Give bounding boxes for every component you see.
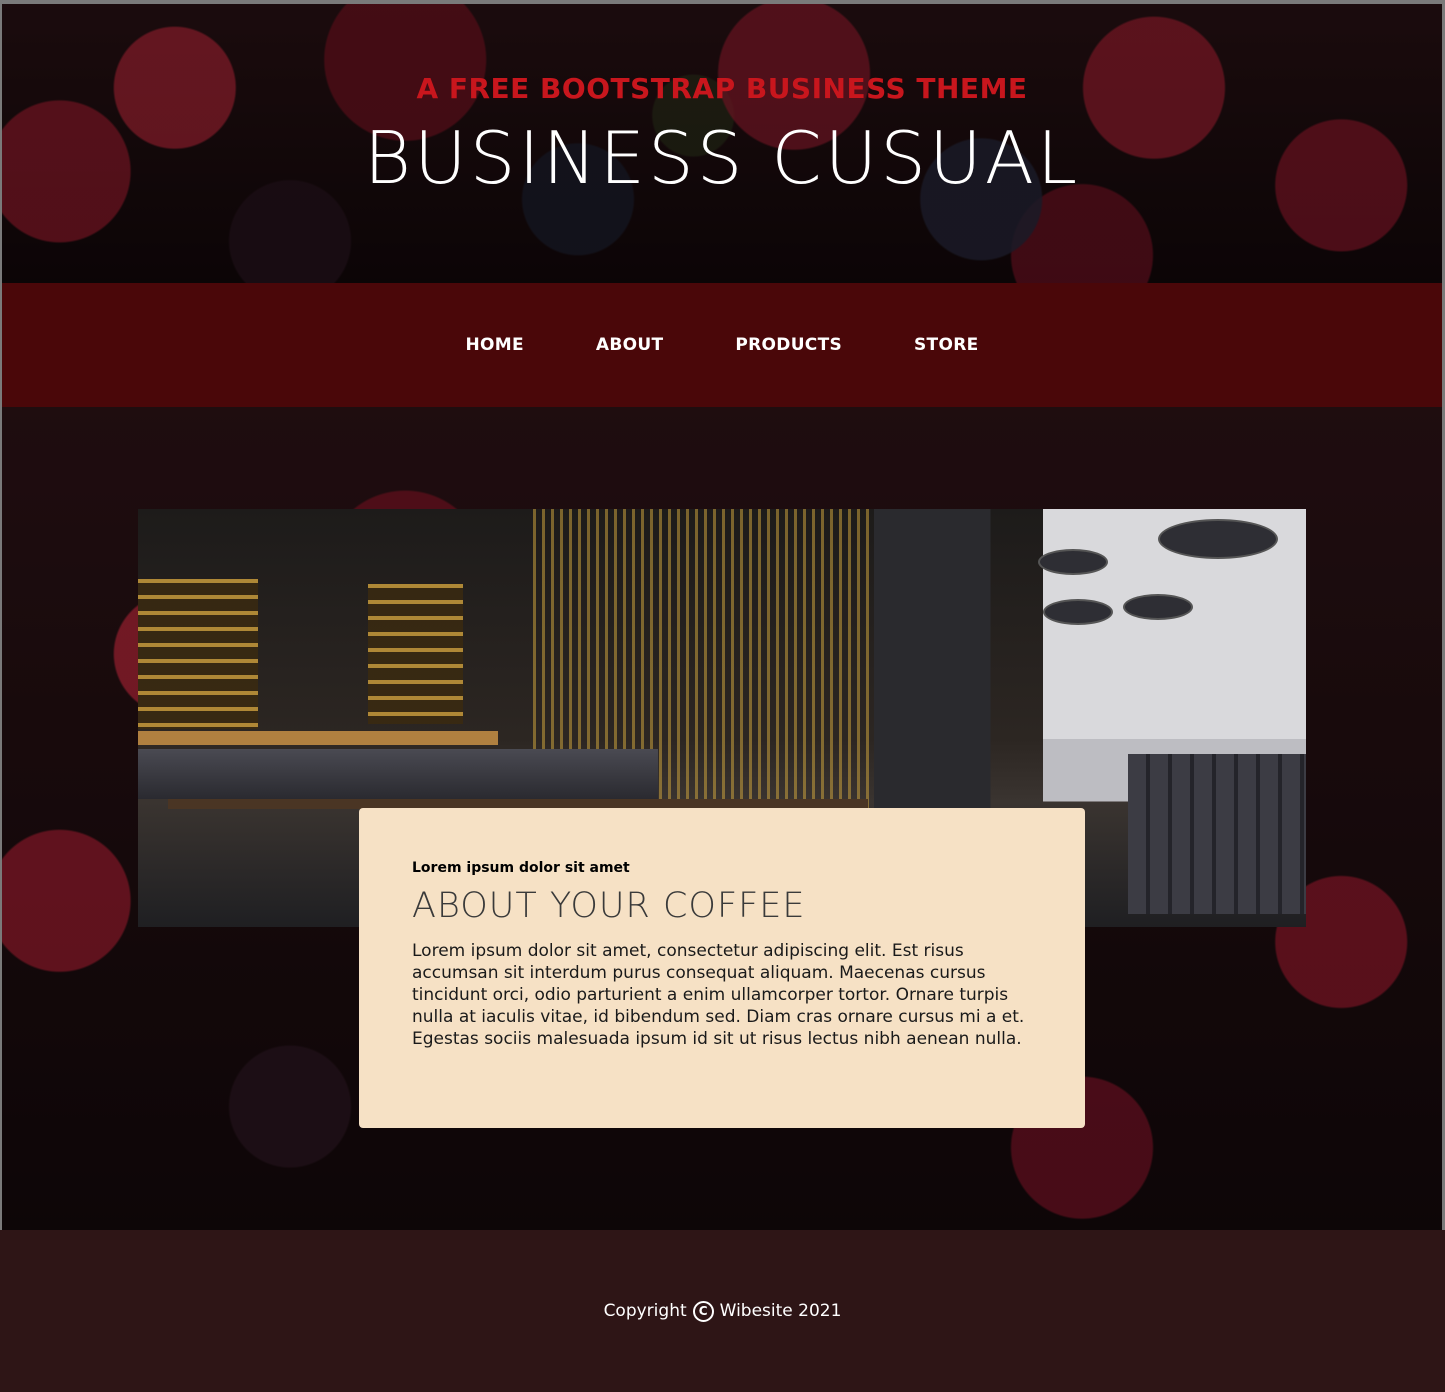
copyright-prefix: Copyright [603,1301,687,1321]
about-kicker: Lorem ipsum dolor sit amet [412,860,630,876]
about-section: Lorem ipsum dolor sit amet ABOUT YOUR CO… [2,407,1442,1230]
copyright-suffix: Wibesite 2021 [719,1301,842,1321]
site-title: BUSINESS CUSUAL [363,116,1081,200]
pendant-lamp [1038,549,1108,575]
main-nav: HOME ABOUT PRODUCTS STORE [2,283,1442,407]
wood-rail [138,731,498,745]
site-footer: Copyright C Wibesite 2021 [0,1230,1445,1392]
site-header: A FREE BOOTSTRAP BUSINESS THEME BUSINESS… [2,4,1442,283]
nav-about-link[interactable]: ABOUT [560,335,699,355]
copyright-text: Copyright C Wibesite 2021 [603,1300,842,1322]
nav-products-link[interactable]: PRODUCTS [699,335,878,355]
nav-home-link[interactable]: HOME [429,335,559,355]
wine-shelf-left [138,579,258,729]
copyright-icon: C [692,1300,714,1322]
about-heading: ABOUT YOUR COFFEE [412,886,806,926]
bench-seating [138,749,658,799]
wine-shelf-center [368,584,463,724]
pendant-lamp [1158,519,1278,559]
about-body: Lorem ipsum dolor sit amet, consectetur … [412,941,1025,1049]
leather-booth [1128,754,1306,914]
pendant-lamp [1123,594,1193,620]
about-card: Lorem ipsum dolor sit amet ABOUT YOUR CO… [359,808,1085,1128]
pendant-lamp [1043,599,1113,625]
nav-store-link[interactable]: STORE [878,335,1015,355]
site-subtitle: A FREE BOOTSTRAP BUSINESS THEME [416,72,1028,105]
